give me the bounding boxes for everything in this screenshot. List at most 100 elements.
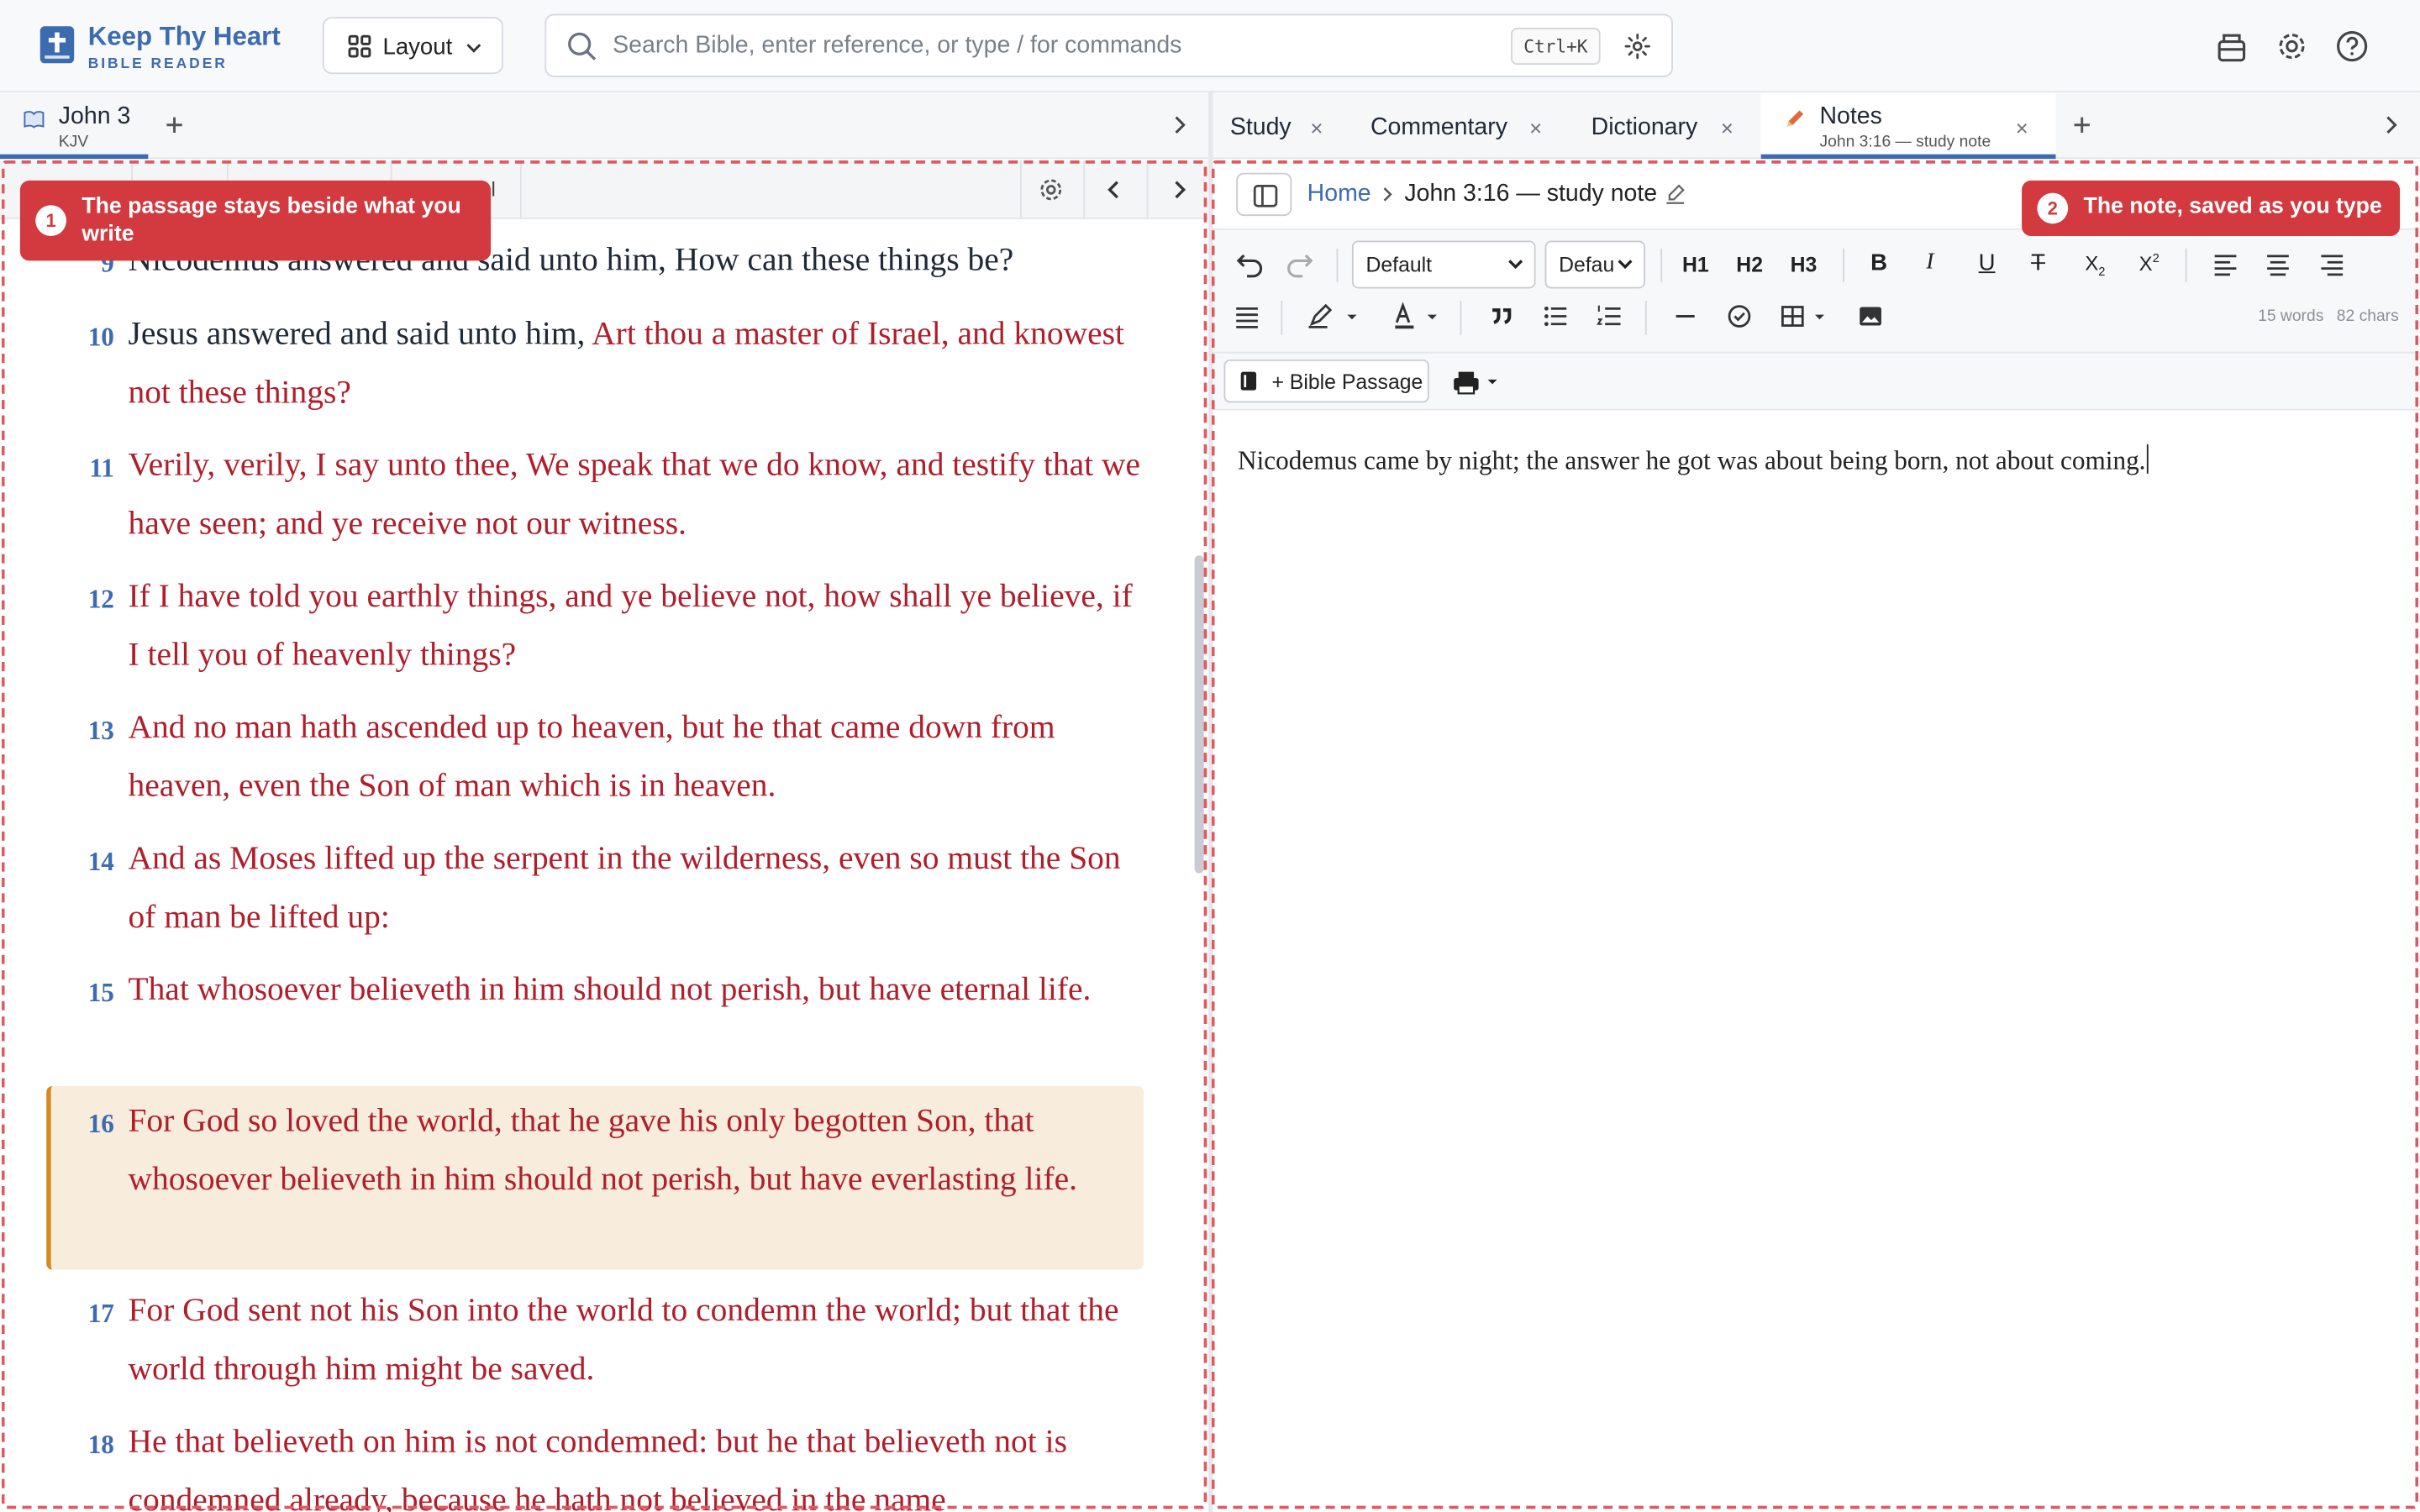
- words-of-christ: Verily, verily, I say unto thee, We spea…: [128, 445, 1141, 542]
- tab-notes[interactable]: Notes John 3:16 — study note ×: [1760, 92, 2056, 160]
- layout-button[interactable]: Layout: [322, 17, 503, 75]
- underline-icon[interactable]: U: [1979, 250, 1996, 276]
- breadcrumb-current: John 3:16 — study note: [1404, 180, 1658, 207]
- sidebar-panel-icon: [1253, 184, 1278, 208]
- callout-number: 1: [35, 205, 66, 237]
- chevron-right-icon: [1380, 185, 1395, 203]
- callout-text: The note, saved as you type: [2083, 194, 2382, 219]
- insert-bible-passage-button[interactable]: + Bible Passage: [1223, 359, 1429, 403]
- rename-edit-icon[interactable]: [1664, 182, 1687, 206]
- close-icon[interactable]: ×: [1310, 116, 1323, 140]
- superscript-icon[interactable]: X2: [2139, 251, 2160, 275]
- tab-dictionary[interactable]: Dictionary ×: [1577, 92, 1758, 159]
- grid-icon: [347, 34, 371, 58]
- bullet-list-icon[interactable]: [1533, 293, 1579, 339]
- align-center-icon[interactable]: [2254, 241, 2301, 287]
- callout-note: 2 The note, saved as you type: [2022, 180, 2401, 237]
- left-tab-bar: John 3 KJV: [0, 92, 1209, 160]
- text-cursor: [2147, 444, 2149, 474]
- bible-passage: 9 Nicodemus answered and said unto him, …: [0, 219, 1188, 1512]
- table-icon[interactable]: [1770, 293, 1824, 339]
- breadcrumb-home-link[interactable]: Home: [1307, 181, 1371, 208]
- heading-3-button[interactable]: H3: [1791, 253, 1818, 276]
- library-icon[interactable]: [2215, 29, 2249, 63]
- app-header: Keep Thy Heart BIBLE READER Layout Ctrl+…: [0, 0, 2420, 93]
- close-icon[interactable]: ×: [2016, 116, 2028, 140]
- close-icon[interactable]: ×: [1721, 116, 1733, 140]
- tab-overflow-chevron-right-icon[interactable]: [2380, 114, 2402, 136]
- verse-number: 16: [87, 1109, 114, 1139]
- verse-number: 17: [87, 1299, 114, 1329]
- settings-gear-icon[interactable]: [2275, 29, 2308, 63]
- add-tab-plus-icon[interactable]: [2068, 111, 2096, 139]
- chevron-down-icon: [465, 40, 483, 55]
- add-tab-plus-icon[interactable]: [160, 111, 188, 139]
- highlighter-icon[interactable]: [1298, 293, 1357, 339]
- text-color-icon[interactable]: [1383, 293, 1437, 339]
- align-justify-icon[interactable]: [1224, 293, 1270, 339]
- search-icon: [566, 31, 597, 62]
- book-icon: [1239, 370, 1258, 392]
- numbered-list-icon[interactable]: [1586, 293, 1633, 339]
- words-of-christ: And as Moses lifted up the serpent in th…: [128, 839, 1121, 936]
- right-tab-bar: Study × Commentary × Dictionary × Notes …: [1213, 92, 2420, 160]
- callout-number: 2: [2037, 192, 2069, 224]
- verse-number: 18: [87, 1430, 114, 1460]
- image-icon[interactable]: [1848, 293, 1894, 339]
- char-count: 82 chars: [2336, 307, 2399, 326]
- verse-text: Jesus answered and said unto him,: [128, 314, 592, 352]
- heading-2-button[interactable]: H2: [1736, 253, 1763, 276]
- horizontal-rule-icon[interactable]: [1662, 293, 1708, 339]
- word-count: 15 words: [2258, 307, 2324, 326]
- verse-number: 13: [87, 716, 114, 746]
- subscript-icon[interactable]: X2: [2085, 251, 2105, 278]
- verse-number: 15: [87, 978, 114, 1008]
- checklist-icon[interactable]: [1716, 293, 1762, 339]
- tab-study[interactable]: Study ×: [1213, 92, 1343, 159]
- callout-passage: 1 The passage stays beside what you writ…: [19, 180, 492, 261]
- words-of-christ: For God sent not his Son into the world …: [128, 1291, 1119, 1388]
- verse-number: 10: [87, 322, 114, 352]
- blockquote-icon[interactable]: [1479, 293, 1525, 339]
- note-content[interactable]: Nicodemus came by night; the answer he g…: [1238, 446, 2145, 475]
- strikethrough-icon[interactable]: T: [2031, 250, 2045, 276]
- paragraph-style-select[interactable]: Default: [1351, 240, 1536, 289]
- tab-commentary[interactable]: Commentary ×: [1355, 92, 1562, 159]
- words-of-christ: For God so loved the world, that he gave…: [128, 1101, 1078, 1198]
- chevron-down-icon: [1616, 256, 1634, 271]
- toggle-sidebar-button[interactable]: [1236, 172, 1292, 217]
- pencil-icon: [1782, 107, 1807, 131]
- search-bar[interactable]: Ctrl+K: [544, 13, 1673, 77]
- align-left-icon[interactable]: [2202, 241, 2249, 287]
- bold-icon[interactable]: B: [1870, 250, 1887, 276]
- tab-john-3[interactable]: John 3 KJV: [0, 92, 149, 160]
- tab-title: Commentary: [1370, 113, 1507, 141]
- redo-icon[interactable]: [1278, 242, 1324, 288]
- heading-1-button[interactable]: H1: [1682, 253, 1709, 276]
- note-editor[interactable]: Nicodemus came by night; the answer he g…: [1213, 410, 2420, 1512]
- book-icon: [24, 109, 45, 129]
- layout-label: Layout: [382, 34, 453, 60]
- paragraph-style-value: Default: [1365, 253, 1433, 276]
- search-settings-gear-icon[interactable]: [1623, 33, 1651, 60]
- bible-logo-icon: [39, 26, 75, 64]
- next-chapter-chevron-right-icon[interactable]: [1168, 179, 1190, 201]
- tab-subtitle: John 3:16 — study note: [1819, 132, 1991, 151]
- reader-scrollbar[interactable]: [1194, 555, 1204, 874]
- tab-overflow-chevron-right-icon[interactable]: [1168, 114, 1190, 136]
- search-input[interactable]: [613, 29, 1477, 64]
- help-icon[interactable]: [2335, 29, 2369, 63]
- previous-chapter-chevron-left-icon[interactable]: [1103, 179, 1125, 201]
- active-tab-indicator: [1760, 154, 2056, 160]
- chevron-down-icon: [1507, 256, 1525, 271]
- print-icon[interactable]: [1450, 367, 1502, 398]
- reader-settings-gear-icon[interactable]: [1037, 176, 1065, 203]
- undo-icon[interactable]: [1225, 242, 1271, 288]
- callout-text: The passage stays beside what you write: [82, 194, 461, 247]
- italic-icon[interactable]: I: [1926, 250, 1933, 276]
- align-right-icon[interactable]: [2309, 241, 2355, 287]
- font-size-select[interactable]: Defau: [1544, 240, 1645, 289]
- close-icon[interactable]: ×: [1529, 116, 1542, 140]
- bible-passage-label: + Bible Passage: [1271, 370, 1423, 394]
- font-size-value: Defau: [1559, 253, 1615, 276]
